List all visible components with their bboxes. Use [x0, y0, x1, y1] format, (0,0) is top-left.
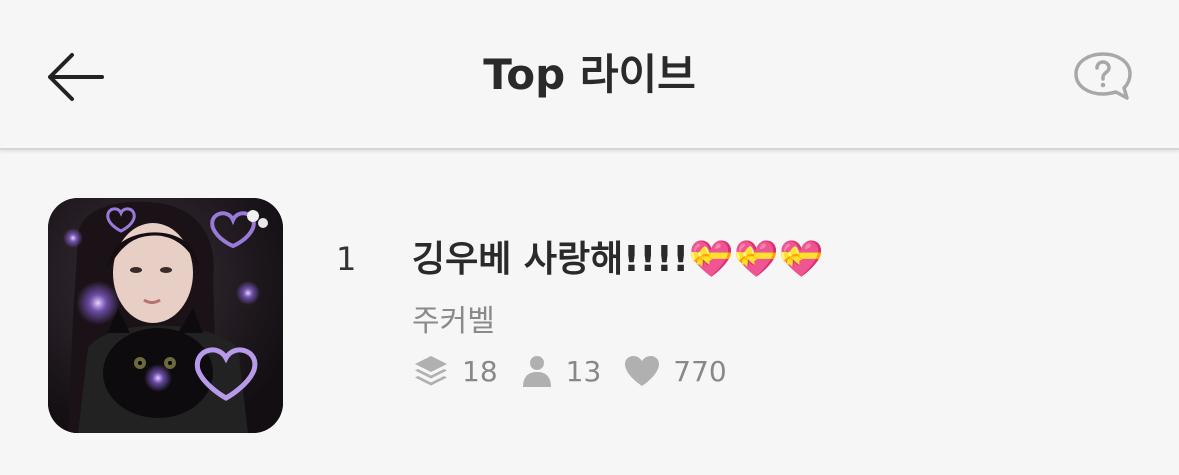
live-thumbnail — [48, 198, 283, 433]
rank-number: 1 — [336, 240, 357, 278]
layers-icon — [415, 356, 447, 386]
live-stats: 18 13 770 — [412, 354, 749, 388]
page-title: Top 라이브 — [483, 50, 696, 99]
likes-stat: 770 — [623, 354, 727, 388]
top-bar: Top 라이브 — [0, 0, 1179, 150]
listeners-stat: 13 — [520, 354, 602, 388]
question-bubble-icon — [1074, 52, 1132, 100]
layers-stat: 18 — [412, 354, 498, 388]
person-icon — [522, 356, 551, 387]
help-button[interactable] — [1070, 48, 1136, 104]
listeners-count: 13 — [565, 354, 602, 388]
likes-count: 770 — [673, 354, 727, 388]
heart-icon — [625, 356, 660, 386]
live-list: 1 깅우베 사랑해!!!!💝💝💝 주커벨 18 13 770 — [0, 168, 1179, 475]
host-name: 주커벨 — [412, 304, 495, 339]
live-list-item[interactable]: 1 깅우베 사랑해!!!!💝💝💝 주커벨 18 13 770 — [0, 168, 1179, 458]
layers-count: 18 — [462, 354, 498, 388]
back-button[interactable] — [40, 42, 110, 112]
arrow-left-icon — [48, 53, 104, 101]
live-title: 깅우베 사랑해!!!!💝💝💝 — [412, 239, 824, 280]
